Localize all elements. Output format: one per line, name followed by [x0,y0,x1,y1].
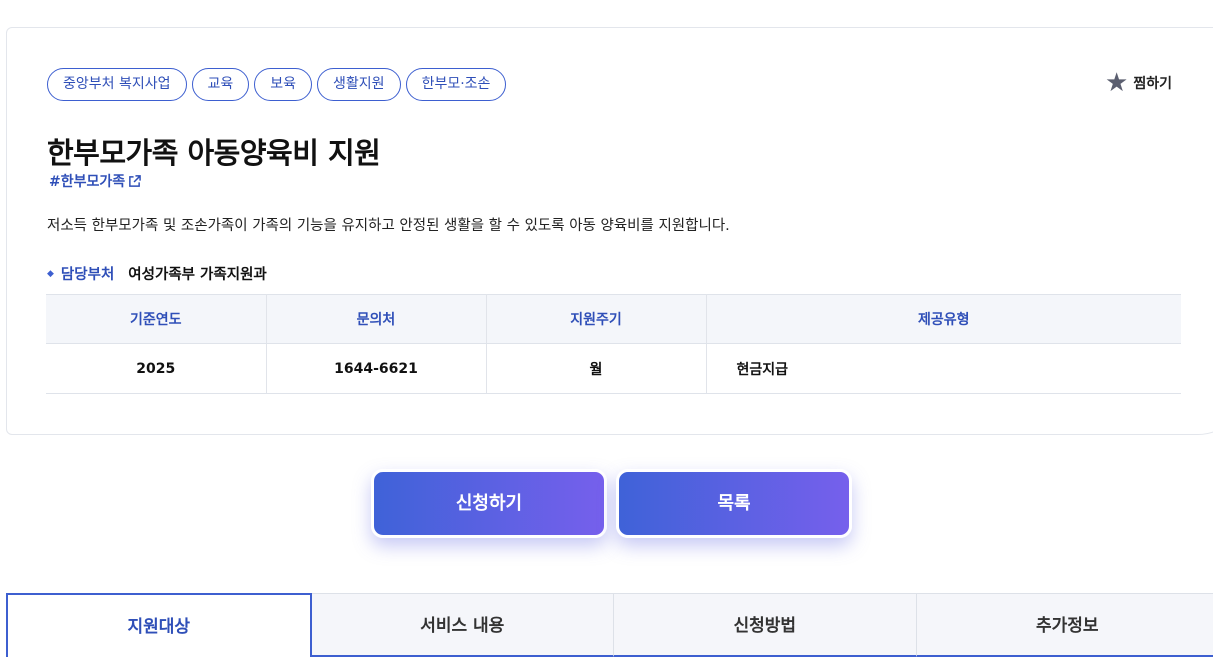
tab-service-content[interactable]: 서비스 내용 [311,593,614,657]
star-icon: ★ [1105,68,1129,98]
cell-provision-type: 현금지급 [706,343,1181,394]
favorite-label: 찜하기 [1133,76,1172,92]
header-contact: 문의처 [266,294,487,344]
external-link-icon [129,174,141,187]
tag-childcare[interactable]: 보육 [254,68,313,101]
tag-living-support[interactable]: 생활지원 [317,68,401,101]
tag-single-parent[interactable]: 한부모·조손 [405,68,507,101]
tab-eligibility[interactable]: 지원대상 [6,593,312,657]
tag-list: 중앙부처 복지사업 교육 보육 생활지원 한부모·조손 [47,68,507,101]
service-card: 중앙부처 복지사업 교육 보육 생활지원 한부모·조손 ★ 찜하기 한부모가족 … [6,27,1213,435]
header-support-cycle: 지원주기 [486,294,707,344]
header-base-year: 기준연도 [46,294,267,344]
tab-bar: 지원대상 서비스 내용 신청방법 추가정보 [6,593,1213,660]
info-table-header-row: 기준연도 문의처 지원주기 제공유형 [46,294,1181,344]
diamond-bullet-icon: ◆ [47,268,54,279]
cell-base-year: 2025 [46,343,267,394]
tag-welfare[interactable]: 중앙부처 복지사업 [47,68,187,101]
page-title: 한부모가족 아동양육비 지원 [47,136,381,170]
cell-contact: 1644-6621 [266,343,487,394]
apply-button[interactable]: 신청하기 [371,469,607,538]
header-provision-type: 제공유형 [706,294,1181,344]
service-description: 저소득 한부모가족 및 조손가족이 가족의 기능을 유지하고 안정된 생활을 할… [47,218,730,234]
favorite-button[interactable]: ★ 찜하기 [1105,70,1172,96]
hashtag-text: #한부모가족 [49,174,126,190]
department-value: 여성가족부 가족지원과 [128,267,267,283]
tab-application-method[interactable]: 신청방법 [614,593,917,657]
tag-education[interactable]: 교육 [191,68,250,101]
department-label: 담당부처 [60,267,115,283]
cell-support-cycle: 월 [486,343,707,394]
hashtag-link[interactable]: #한부모가족 [49,171,141,191]
tab-additional-info[interactable]: 추가정보 [916,593,1213,657]
department-row: ◆ 담당부처 여성가족부 가족지원과 [47,263,267,284]
list-button[interactable]: 목록 [616,469,852,538]
table-row: 2025 1644-6621 월 현금지급 [46,343,1181,394]
info-table: 기준연도 문의처 지원주기 제공유형 2025 1644-6621 월 현금지급 [46,294,1181,394]
